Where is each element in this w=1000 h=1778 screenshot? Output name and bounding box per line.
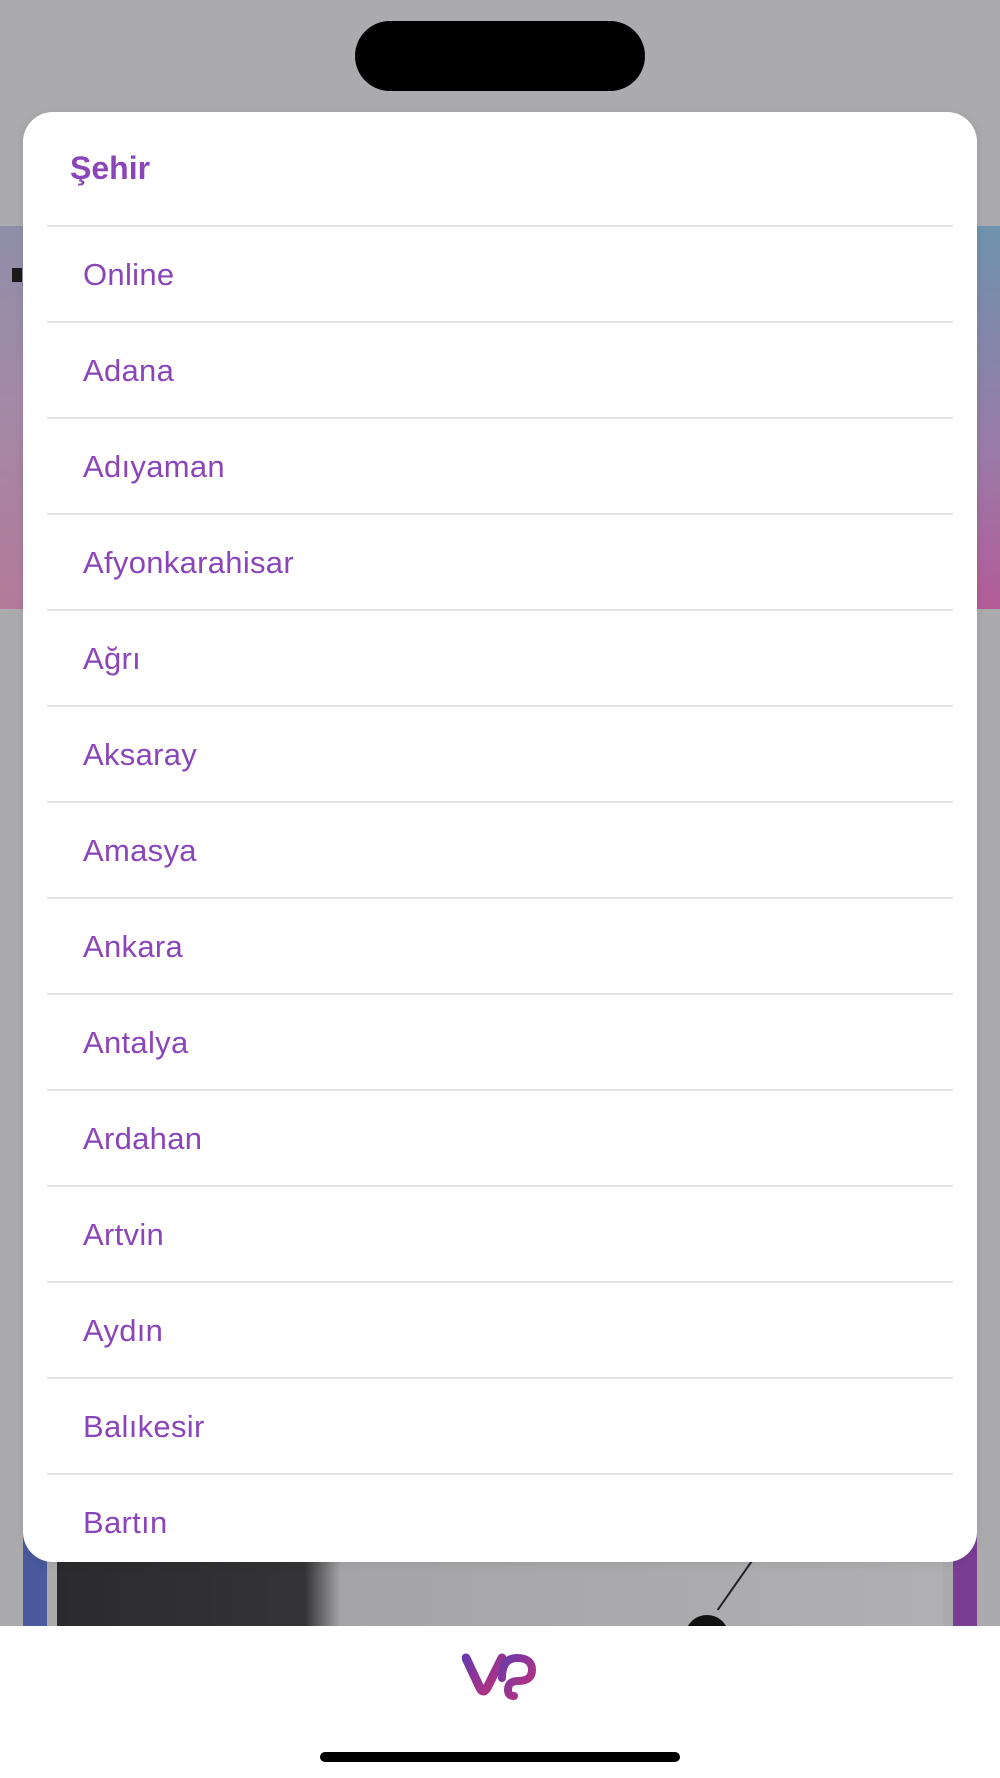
list-item-label: Aksaray (83, 737, 198, 772)
list-item-label: Adana (83, 353, 175, 388)
screen: Şehir Online Adana Adıyaman Afyonkarahis… (0, 0, 1000, 1778)
list-item[interactable]: Bartın (47, 1473, 953, 1562)
list-item[interactable]: Ankara (47, 897, 953, 993)
list-item[interactable]: Aydın (47, 1281, 953, 1377)
list-item[interactable]: Aksaray (47, 705, 953, 801)
list-item[interactable]: Amasya (47, 801, 953, 897)
list-item[interactable]: Ağrı (47, 609, 953, 705)
list-item-label: Afyonkarahisar (83, 545, 294, 580)
list-item-label: Bartın (83, 1505, 168, 1540)
list-item[interactable]: Antalya (47, 993, 953, 1089)
picker-title: Şehir (70, 150, 151, 186)
list-item-label: Aydın (83, 1313, 164, 1348)
vp-logo-icon[interactable] (462, 1648, 538, 1700)
city-picker-sheet: Şehir Online Adana Adıyaman Afyonkarahis… (23, 112, 977, 1562)
list-item[interactable]: Online (47, 225, 953, 321)
list-item[interactable]: Ardahan (47, 1089, 953, 1185)
list-item[interactable]: Balıkesir (47, 1377, 953, 1473)
background-mark (12, 268, 22, 282)
list-item-label: Ankara (83, 929, 184, 964)
list-item[interactable]: Adıyaman (47, 417, 953, 513)
list-item-label: Adıyaman (83, 449, 225, 484)
list-item-label: Ardahan (83, 1121, 203, 1156)
home-indicator[interactable] (320, 1752, 680, 1762)
list-item-label: Balıkesir (83, 1409, 205, 1444)
list-item-label: Antalya (83, 1025, 189, 1060)
list-item[interactable]: Afyonkarahisar (47, 513, 953, 609)
list-item-label: Ağrı (83, 641, 142, 676)
city-list[interactable]: Online Adana Adıyaman Afyonkarahisar Ağr… (47, 225, 953, 1562)
list-item[interactable]: Artvin (47, 1185, 953, 1281)
list-item[interactable]: Adana (47, 321, 953, 417)
list-item-label: Online (83, 257, 175, 292)
list-item-label: Amasya (83, 833, 197, 868)
dynamic-island (355, 21, 645, 91)
list-item-label: Artvin (83, 1217, 165, 1252)
